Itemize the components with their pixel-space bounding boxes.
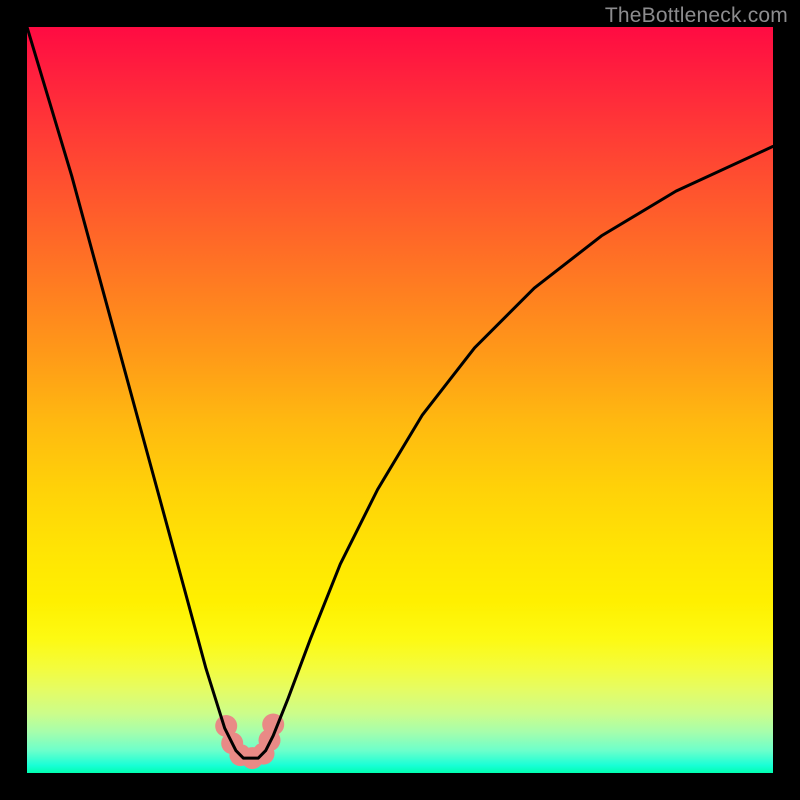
plot-area [27, 27, 773, 773]
curve-layer [27, 27, 773, 773]
notch-markers [215, 714, 284, 770]
chart-stage: TheBottleneck.com [0, 0, 800, 800]
watermark-text: TheBottleneck.com [605, 4, 788, 28]
bottleneck-curve [27, 27, 773, 758]
